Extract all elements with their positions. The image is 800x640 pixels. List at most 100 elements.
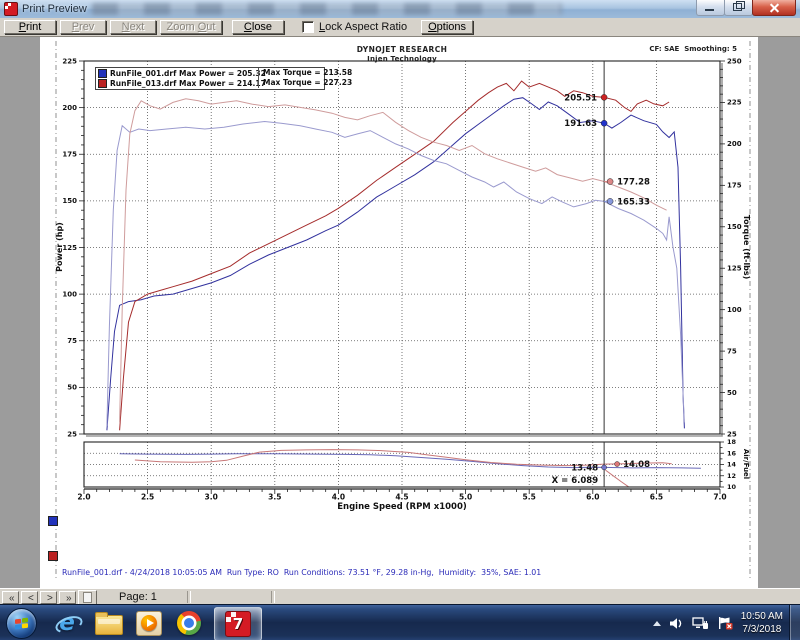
close-button[interactable]: Close [232,20,284,34]
main-cursor: 205.51191.63177.28165.33 [564,61,650,434]
prev-page-button[interactable]: < [21,591,38,604]
chart-legend: RunFile_001.drf Max Power = 205.32 Max T… [95,67,325,90]
restore-button[interactable] [724,0,753,16]
svg-text:5.0: 5.0 [459,493,472,502]
first-page-button[interactable]: « [2,591,19,604]
tray-network-button[interactable] [692,617,709,630]
x-axis-title: Engine Speed (RPM x1000) [337,502,467,512]
cursor-marker [607,198,613,204]
series-power_RunFile_001 [107,98,685,431]
svg-text:3.5: 3.5 [268,493,281,502]
power-axis-label: Power (hp) [55,222,64,272]
network-icon [692,617,709,630]
torque-axis-label: Torque (ft-lbs) [742,215,751,280]
run1-color-swatch [48,516,58,526]
chevron-up-icon [653,621,661,626]
zoom-out-button[interactable]: Zoom Out [160,20,222,34]
cursor-marker [607,179,613,185]
svg-text:25: 25 [727,430,737,438]
svg-text:225: 225 [727,99,742,107]
statusbar-separator [187,591,191,603]
window-controls [697,0,796,16]
legend-swatch-blue [98,69,107,78]
svg-text:125: 125 [62,244,77,252]
series-af_RunFile_013_tail [606,470,629,487]
cursor-value-label: 177.28 [617,178,650,188]
svg-text:200: 200 [62,104,77,112]
windows-logo-icon [14,617,29,630]
chrome-icon [177,611,201,635]
tray-action-center-button[interactable] [717,616,733,630]
minimize-icon [705,9,714,11]
statusbar-separator [271,591,275,603]
taskbar: e [0,604,800,640]
print-button[interactable]: Print [4,20,56,34]
tray-volume-button[interactable] [669,617,684,630]
series-af_RunFile_001 [120,454,701,468]
svg-text:225: 225 [62,57,77,65]
close-icon [770,3,779,12]
taskbar-chrome-button[interactable] [172,610,206,636]
taskbar-ie-button[interactable]: e [50,610,84,636]
dyno-chart: 2550751001251501752002252550751001251501… [40,37,758,588]
speaker-icon [669,617,684,630]
cursor-value-label: 165.33 [617,197,650,207]
svg-text:125: 125 [727,265,742,273]
show-desktop-button[interactable] [789,605,800,640]
series-power_RunFile_013 [120,81,670,430]
prev-button[interactable]: Prev [60,20,106,34]
cursor-marker [602,465,607,470]
media-player-icon [136,611,162,636]
main-tick-labels: 2550751001251501752002252550751001251501… [62,57,741,501]
restore-icon [733,3,742,11]
internet-explorer-icon: e [59,610,75,636]
svg-text:10: 10 [727,483,737,491]
cursor-x-label: X = 6.089 [552,476,599,486]
svg-text:175: 175 [727,182,742,190]
svg-text:2.0: 2.0 [77,493,90,502]
lock-aspect-ratio-checkbox[interactable] [302,21,314,33]
print-preview-toolbar: Print Prev Next Zoom Out Close Lock Aspe… [0,18,800,37]
svg-text:25: 25 [67,430,77,438]
run2-color-swatch [48,551,58,561]
redacted-title-text [92,3,562,15]
svg-text:50: 50 [67,384,77,392]
svg-text:14: 14 [727,461,737,469]
lock-aspect-ratio-option: Lock Aspect Ratio [302,21,407,33]
next-button[interactable]: Next [110,20,156,34]
main-grid [84,61,720,434]
svg-text:150: 150 [727,223,742,231]
svg-text:175: 175 [62,151,77,159]
cursor-marker [601,120,607,126]
cursor-value-label: 205.51 [564,93,597,103]
folder-icon [95,615,123,635]
svg-text:4.0: 4.0 [332,493,345,502]
window-title: Print Preview [22,3,87,15]
svg-text:250: 250 [727,57,742,65]
cursor-value-label: 13.48 [571,463,598,473]
tray-clock[interactable]: 10:50 AM 7/3/2018 [741,610,783,636]
svg-text:75: 75 [727,347,737,355]
legend-run1-power: RunFile_001.drf Max Power = 205.32 [110,69,258,78]
taskbar-dynojet-button-active[interactable] [214,607,262,640]
taskbar-explorer-button[interactable] [92,610,126,636]
tray-hidden-icons-button[interactable] [653,621,661,626]
svg-text:3.0: 3.0 [205,493,218,502]
svg-text:50: 50 [727,389,737,397]
svg-text:100: 100 [727,306,742,314]
start-button[interactable] [6,608,37,639]
cursor-marker [615,462,620,467]
title-bar[interactable]: Print Preview [0,0,800,19]
document-icon [83,592,92,603]
close-window-button[interactable] [752,0,796,16]
legend-run2-power: RunFile_013.drf Max Power = 214.17 [110,79,258,88]
options-button[interactable]: Options [421,20,473,34]
page-setup-button[interactable] [78,590,97,605]
svg-text:150: 150 [62,197,77,205]
lock-aspect-ratio-label: Lock Aspect Ratio [319,21,407,33]
minimize-button[interactable] [696,0,725,16]
next-page-button[interactable]: > [40,591,57,604]
taskbar-wmp-button[interactable] [132,610,166,636]
last-page-button[interactable]: » [59,591,76,604]
status-bar: « < > » Page: 1 [0,588,800,605]
